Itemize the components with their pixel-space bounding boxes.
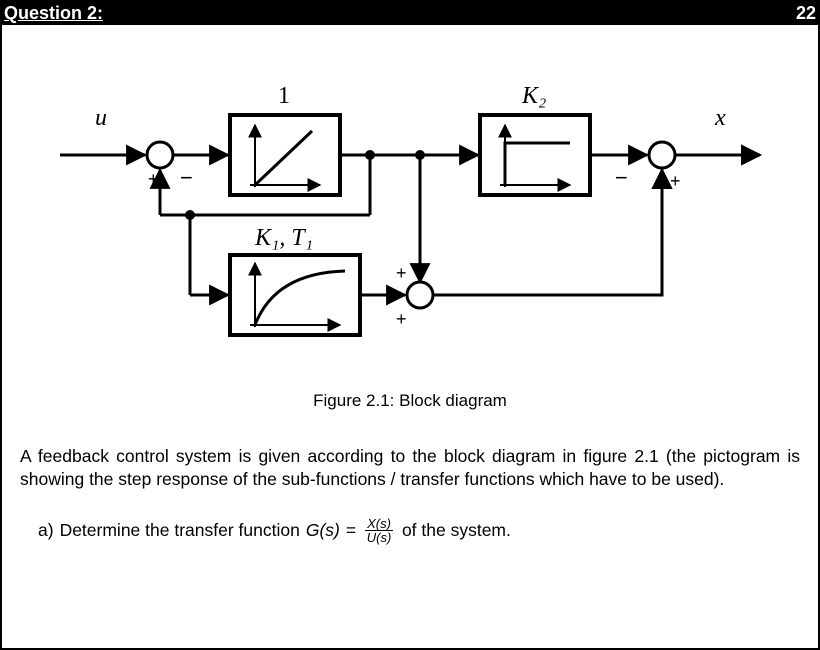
block-pt1 — [230, 255, 360, 335]
summer-2 — [407, 282, 433, 308]
question-points: 22 — [796, 3, 816, 24]
sum2-bot: + — [396, 309, 407, 329]
block-gain — [480, 115, 590, 195]
sum1-plus: + — [148, 169, 159, 189]
tf-num: X(s) — [365, 517, 393, 532]
part-a-lead: Determine the transfer function — [60, 520, 300, 541]
input-label: u — [95, 105, 107, 131]
figure-caption: Figure 2.1: Block diagram — [2, 391, 818, 411]
summer-1 — [147, 142, 173, 168]
problem-statement: A feedback control system is given accor… — [2, 445, 818, 491]
sum3-plus: + — [670, 171, 681, 191]
sum2-top: + — [396, 263, 407, 283]
block-diagram: u + − 1 K₂ — [2, 45, 818, 385]
part-a: a) Determine the transfer function G(s) … — [2, 517, 818, 545]
part-letter: a) — [38, 520, 54, 541]
block3-label: K₁, T₁ — [254, 225, 313, 251]
output-label: x — [714, 105, 726, 131]
summer-3 — [649, 142, 675, 168]
tf-symbol: G(s) — [306, 520, 340, 541]
question-header: Question 2: 22 — [2, 2, 818, 25]
page: Question 2: 22 u + − 1 — [0, 0, 820, 650]
equals: = — [346, 520, 356, 541]
block1-label: 1 — [278, 83, 290, 109]
sum3-minus: − — [615, 165, 628, 190]
tf-den: U(s) — [367, 531, 392, 545]
question-title: Question 2: — [4, 3, 103, 24]
sum1-minus: − — [180, 165, 193, 190]
part-a-tail: of the system. — [402, 520, 511, 541]
tf-fraction: X(s) U(s) — [365, 517, 393, 545]
block2-label: K₂ — [521, 83, 546, 109]
